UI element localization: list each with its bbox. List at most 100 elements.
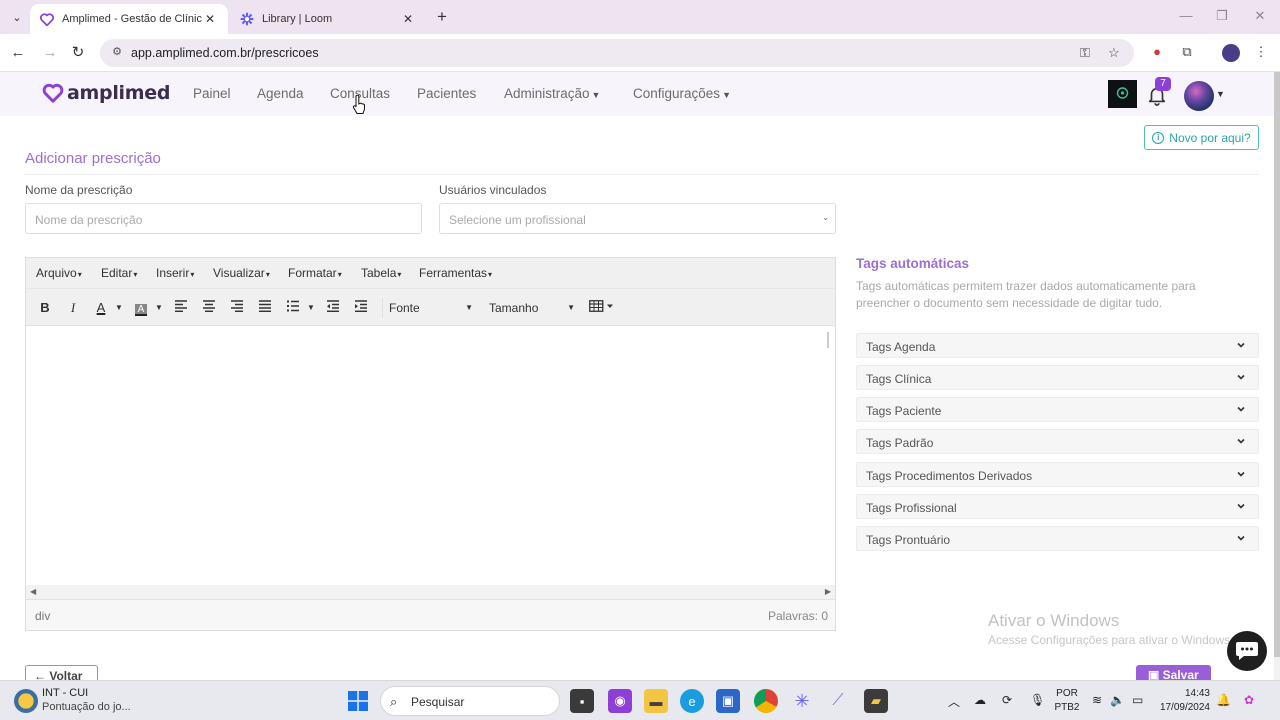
bookmark-star-icon[interactable]: ☆ — [1108, 45, 1120, 61]
editor-scrollbar[interactable] — [827, 332, 829, 348]
scroll-right-icon[interactable]: ▶ — [825, 585, 831, 599]
browser-tab-loom[interactable]: Library | Loom ✕ — [230, 4, 426, 34]
volume-icon[interactable]: 🔈 — [1110, 693, 1125, 707]
close-icon[interactable]: ✕ — [202, 12, 218, 26]
tag-group-profissional[interactable]: Tags Profissional — [856, 494, 1259, 519]
url-field[interactable]: ⚙ app.amplimed.com.br/prescricoes ⚿ ☆ — [100, 39, 1134, 67]
menu-tabela[interactable]: Tabela▾ — [361, 266, 401, 280]
extension-record-icon[interactable]: ● — [1148, 44, 1166, 62]
chevron-down-icon[interactable]: ▼ — [306, 298, 316, 318]
weather-widget-title[interactable]: INT - CUI — [42, 687, 88, 699]
nav-pacientes[interactable]: Pacientes — [417, 86, 476, 101]
reload-icon[interactable]: ↻ — [68, 43, 88, 63]
file-explorer-icon[interactable]: ▬ — [644, 689, 668, 713]
menu-editar[interactable]: Editar▾ — [101, 266, 137, 280]
loom-desktop-icon[interactable]: ✳ — [790, 689, 814, 713]
password-key-icon[interactable]: ⚿ — [1080, 45, 1090, 61]
browser-tab-amplimed[interactable]: Amplimed - Gestão de Clínicas ✕ — [30, 4, 228, 34]
new-here-help-button[interactable]: i Novo por aqui? — [1144, 125, 1259, 150]
page-scrollbar-thumb[interactable] — [1274, 72, 1280, 657]
microphone-icon[interactable]: 🎙 — [1030, 693, 1045, 707]
font-size-select[interactable]: Tamanho ▼ — [483, 298, 579, 318]
extensions-puzzle-icon[interactable]: ⧉ — [1178, 44, 1196, 62]
new-tab-button[interactable]: + — [432, 7, 452, 27]
tag-group-agenda[interactable]: Tags Agenda — [856, 333, 1259, 358]
nav-agenda[interactable]: Agenda — [257, 86, 304, 101]
menu-visualizar[interactable]: Visualizar▾ — [213, 266, 270, 280]
close-window-icon[interactable]: ✕ — [1250, 8, 1270, 24]
nav-painel[interactable]: Painel — [193, 86, 231, 101]
profile-avatar-icon[interactable] — [1222, 44, 1240, 62]
minimize-icon[interactable]: — — [1176, 8, 1196, 23]
wifi-icon[interactable]: ≋ — [1092, 693, 1102, 707]
clinic-logo-thumbnail[interactable] — [1108, 80, 1137, 108]
italic-icon[interactable]: I — [64, 298, 82, 318]
menu-ferramentas[interactable]: Ferramentas▾ — [419, 266, 492, 280]
align-left-icon[interactable] — [172, 298, 190, 318]
font-family-select[interactable]: Fonte ▼ — [382, 298, 477, 318]
onedrive-cloud-icon[interactable]: ☁ — [974, 693, 986, 707]
pen-app-icon[interactable]: ⟋ — [826, 689, 850, 713]
clock-date[interactable]: 17/09/2024 — [1154, 702, 1210, 713]
weather-widget-icon[interactable] — [14, 689, 38, 713]
browser-menu-icon[interactable]: ⋮ — [1252, 44, 1270, 62]
sticky-notes-icon[interactable]: ▰ — [864, 689, 888, 713]
language-indicator[interactable]: POR — [1052, 688, 1082, 699]
bullet-list-icon[interactable] — [284, 298, 302, 318]
prescription-name-input[interactable]: Nome da prescrição — [25, 203, 422, 234]
close-icon[interactable]: ✕ — [400, 12, 416, 26]
align-justify-icon[interactable] — [256, 298, 274, 318]
tag-group-clinica[interactable]: Tags Clínica — [856, 365, 1259, 390]
menu-formatar[interactable]: Formatar▾ — [288, 266, 342, 280]
user-avatar[interactable] — [1184, 81, 1214, 111]
tab-search-button[interactable]: ⌄ — [6, 7, 28, 27]
notification-bell-icon[interactable]: 🔔 — [1216, 693, 1231, 707]
nav-administracao[interactable]: Administração ▼ — [504, 86, 600, 101]
weather-widget-subtitle[interactable]: Pontuação do jo... — [42, 701, 131, 713]
chevron-down-icon[interactable]: ▼ — [114, 298, 124, 318]
edge-browser-icon[interactable]: e — [680, 689, 704, 713]
scroll-left-icon[interactable]: ◀ — [30, 585, 36, 599]
chevron-down-icon[interactable]: ▼ — [154, 298, 164, 318]
page-scrollbar[interactable] — [1274, 72, 1280, 680]
windows-start-icon[interactable] — [346, 689, 370, 713]
bold-icon[interactable]: B — [36, 298, 54, 318]
store-icon[interactable]: ▣ — [716, 689, 740, 713]
copilot-icon[interactable]: ✿ — [1244, 693, 1254, 707]
tag-group-padrao[interactable]: Tags Padrão — [856, 429, 1259, 454]
clock-time[interactable]: 14:43 — [1154, 688, 1210, 699]
keyboard-layout-indicator[interactable]: PTB2 — [1052, 702, 1082, 713]
indent-icon[interactable] — [352, 298, 370, 318]
tag-group-procedimentos-derivados[interactable]: Tags Procedimentos Derivados — [856, 462, 1259, 487]
menu-arquivo[interactable]: Arquivo▾ — [36, 266, 82, 280]
editor-content-area[interactable] — [26, 326, 835, 585]
align-right-icon[interactable] — [228, 298, 246, 318]
restore-icon[interactable]: ❐ — [1212, 8, 1232, 24]
taskbar-search[interactable]: ⌕ Pesquisar — [380, 686, 560, 716]
battery-icon[interactable]: ▭ — [1132, 693, 1143, 707]
tag-group-prontuario[interactable]: Tags Prontuário — [856, 526, 1259, 551]
editor-horizontal-scrollbar[interactable]: ◀ ▶ — [26, 585, 835, 599]
site-info-icon[interactable]: ⚙ — [109, 45, 125, 61]
forward-arrow-icon[interactable]: → — [40, 43, 60, 63]
nav-configuracoes[interactable]: Configurações ▼ — [633, 86, 731, 101]
highlight-color-icon[interactable]: A — [132, 298, 150, 318]
loom-app-icon[interactable]: ◉ — [608, 689, 632, 713]
menu-inserir[interactable]: Inserir▾ — [156, 266, 194, 280]
sync-icon[interactable]: ⟳ — [1002, 693, 1012, 707]
task-view-icon[interactable]: ▪ — [570, 689, 594, 713]
tag-group-paciente[interactable]: Tags Paciente — [856, 397, 1259, 422]
chrome-icon[interactable] — [754, 689, 778, 713]
chat-button[interactable] — [1227, 631, 1267, 671]
table-icon[interactable] — [588, 298, 616, 318]
text-color-icon[interactable]: A — [92, 298, 110, 318]
amplimed-logo[interactable]: amplimed — [42, 82, 170, 104]
element-path[interactable]: div — [35, 609, 50, 623]
caret-down-icon[interactable]: ▼ — [1216, 89, 1225, 99]
divider — [25, 174, 1259, 175]
align-center-icon[interactable] — [200, 298, 218, 318]
chevron-up-icon[interactable]: ︿ — [948, 693, 960, 710]
back-arrow-icon[interactable]: ← — [8, 43, 28, 63]
linked-users-select[interactable]: Selecione um profissional ⌄ — [439, 203, 836, 234]
outdent-icon[interactable] — [324, 298, 342, 318]
